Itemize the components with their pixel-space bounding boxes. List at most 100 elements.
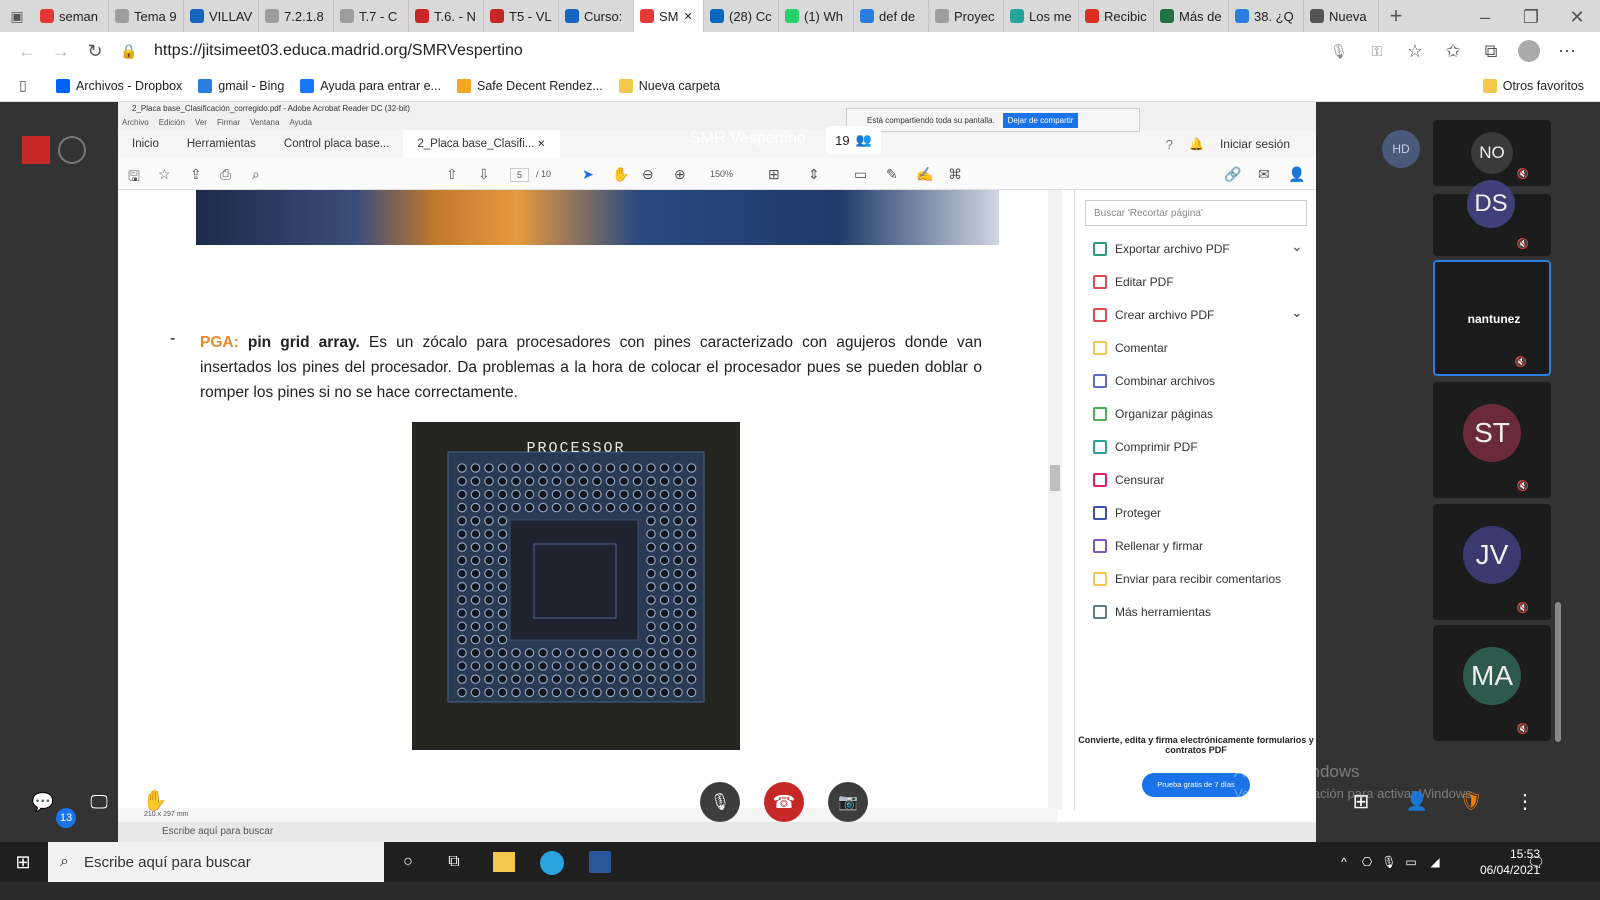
print-icon[interactable]: ⎙	[220, 166, 231, 183]
browser-tab[interactable]: Más de	[1154, 0, 1229, 32]
chevron-down-icon[interactable]: ⌄	[1291, 238, 1303, 255]
acrobat-tab[interactable]: Herramientas	[173, 130, 270, 158]
meet-now-icon[interactable]: ⎔	[1358, 852, 1376, 872]
acrobat-tab[interactable]: Inicio	[118, 130, 173, 158]
bookmark-item[interactable]: Ayuda para entrar e...	[300, 78, 441, 93]
more-options-icon[interactable]: ⋮	[1514, 788, 1536, 814]
hand-tool-icon[interactable]: ✋	[612, 166, 629, 183]
participant-tile[interactable]: DS 🔇	[1433, 180, 1551, 256]
bookmark-icon[interactable]: ☆	[158, 166, 171, 183]
tool-item[interactable]: Crear archivo PDF	[1093, 308, 1214, 322]
browser-tab[interactable]: Los me	[1004, 0, 1079, 32]
tool-item[interactable]: Exportar archivo PDF	[1093, 242, 1230, 256]
browser-tab[interactable]: (28) Cc	[704, 0, 779, 32]
participant-tile[interactable]: NO 🔇	[1433, 120, 1551, 186]
bookmark-item[interactable]: Archivos - Dropbox	[56, 78, 182, 93]
close-tab-icon[interactable]: ✕	[684, 10, 693, 23]
comment-icon[interactable]: ▭	[854, 166, 867, 183]
invite-people-icon[interactable]: 👤	[1404, 788, 1430, 814]
other-favorites[interactable]: Otros favoritos	[1482, 78, 1584, 93]
reading-list-icon[interactable]: ▯	[6, 69, 40, 103]
back-icon[interactable]: ←	[10, 34, 44, 68]
key-icon[interactable]: ⚿	[1360, 34, 1394, 68]
task-view-icon[interactable]: ⧉	[442, 850, 466, 874]
acrobat-menu-item[interactable]: Archivo	[122, 116, 149, 130]
browser-tab[interactable]: VILLAV	[184, 0, 259, 32]
close-doc-tab-icon[interactable]: ✕	[534, 139, 545, 150]
upload-icon[interactable]: ⇪	[190, 166, 202, 183]
more-menu-icon[interactable]: ⋯	[1550, 34, 1584, 68]
acrobat-menu-item[interactable]: Ventana	[250, 116, 279, 130]
browser-tab[interactable]: Recibic	[1079, 0, 1154, 32]
page-up-icon[interactable]: ⇧	[446, 166, 458, 183]
browser-tab[interactable]: T.7 - C	[334, 0, 409, 32]
filmstrip-scrollbar[interactable]	[1555, 602, 1561, 742]
acrobat-menu-item[interactable]: Edición	[159, 116, 185, 130]
save-icon[interactable]: 🖫	[128, 166, 140, 190]
forward-icon[interactable]: →	[44, 34, 78, 68]
zoom-out-icon[interactable]: ⊖	[642, 166, 654, 183]
minimize-icon[interactable]: –	[1462, 0, 1508, 34]
tool-item[interactable]: Rellenar y firmar	[1093, 539, 1203, 553]
collections-icon[interactable]: ⧉	[1474, 34, 1508, 68]
sign-in-link[interactable]: Iniciar sesión	[1220, 137, 1290, 151]
window-menu-icon[interactable]: ▣	[0, 0, 34, 33]
browser-tab[interactable]: 7.2.1.8	[259, 0, 334, 32]
new-tab-icon[interactable]: +	[1379, 0, 1413, 33]
tool-item[interactable]: Enviar para recibir comentarios	[1093, 572, 1281, 586]
bookmark-item[interactable]: Safe Decent Rendez...	[456, 78, 603, 93]
share-user-icon[interactable]: 👤	[1288, 166, 1305, 183]
tool-item[interactable]: Más herramientas	[1093, 605, 1211, 619]
add-favorite-icon[interactable]: ☆	[1398, 34, 1432, 68]
pen-icon[interactable]: ✎	[886, 166, 898, 183]
file-explorer-icon[interactable]	[493, 852, 515, 872]
participant-count[interactable]: 19 👥	[826, 126, 881, 154]
browser-tab[interactable]: Nueva	[1304, 0, 1379, 32]
windows-start-icon[interactable]: ⊞	[10, 850, 36, 874]
edge-icon[interactable]	[540, 851, 564, 875]
page-down-icon[interactable]: ⇩	[478, 166, 490, 183]
profile-avatar[interactable]	[1512, 34, 1546, 68]
acrobat-tab[interactable]: 2_Placa base_Clasifi... ✕	[403, 130, 560, 158]
tile-view-icon[interactable]: ⊞	[1348, 788, 1374, 814]
scroll-mode-icon[interactable]: ⇕	[808, 166, 820, 183]
notifications-icon[interactable]: 🗨	[1526, 852, 1546, 872]
browser-tab[interactable]: Curso:	[559, 0, 634, 32]
link-icon[interactable]: 🔗	[1224, 166, 1241, 183]
microphone-muted-icon[interactable]: 🎙	[700, 782, 740, 822]
chevron-down-icon[interactable]: ⌄	[1291, 304, 1303, 321]
tool-item[interactable]: Comentar	[1093, 341, 1168, 355]
tray-projector-icon[interactable]: ▭	[1402, 852, 1420, 872]
browser-tab[interactable]: seman	[34, 0, 109, 32]
browser-tab[interactable]: SM ✕	[634, 0, 704, 32]
camera-off-icon[interactable]: 📷	[828, 782, 868, 822]
tool-item[interactable]: Comprimir PDF	[1093, 440, 1198, 454]
tool-item[interactable]: Censurar	[1093, 473, 1164, 487]
wifi-icon[interactable]: ◢	[1426, 852, 1444, 872]
mail-icon[interactable]: ✉	[1258, 166, 1270, 183]
fit-page-icon[interactable]: ⊞	[768, 166, 780, 183]
participant-tile[interactable]: nantunez 🔇	[1433, 260, 1551, 376]
chat-icon[interactable]: 💬	[30, 790, 56, 814]
tool-item[interactable]: Combinar archivos	[1093, 374, 1215, 388]
refresh-icon[interactable]: ↻	[78, 34, 112, 68]
stop-sharing-button[interactable]: Dejar de compartir	[1002, 112, 1079, 128]
tray-chevron-icon[interactable]: ^	[1335, 852, 1353, 872]
tool-item[interactable]: Organizar páginas	[1093, 407, 1213, 421]
tools-search-input[interactable]: Buscar 'Recortar página'	[1085, 200, 1307, 226]
bell-icon[interactable]: 🔔	[1189, 137, 1204, 151]
close-window-icon[interactable]: ✕	[1554, 0, 1600, 34]
acrobat-menu-item[interactable]: Firmar	[217, 116, 240, 130]
browser-tab[interactable]: T5 - VL	[484, 0, 559, 32]
vertical-scrollbar[interactable]	[1048, 190, 1062, 810]
hangup-button[interactable]: ☎	[764, 782, 804, 822]
browser-tab[interactable]: Tema 9	[109, 0, 184, 32]
page-number-input[interactable]: 5	[510, 168, 530, 182]
zoom-search-icon[interactable]: ⌕	[252, 166, 260, 183]
microphone-icon[interactable]: 🎙	[1322, 34, 1356, 68]
raise-hand-icon[interactable]: ✋	[142, 786, 168, 814]
browser-tab[interactable]: 38. ¿Q	[1229, 0, 1304, 32]
participant-tile[interactable]: MA 🔇	[1433, 625, 1551, 741]
scroll-thumb[interactable]	[1050, 465, 1060, 491]
security-shield-icon[interactable]: 🛡	[1460, 788, 1483, 814]
